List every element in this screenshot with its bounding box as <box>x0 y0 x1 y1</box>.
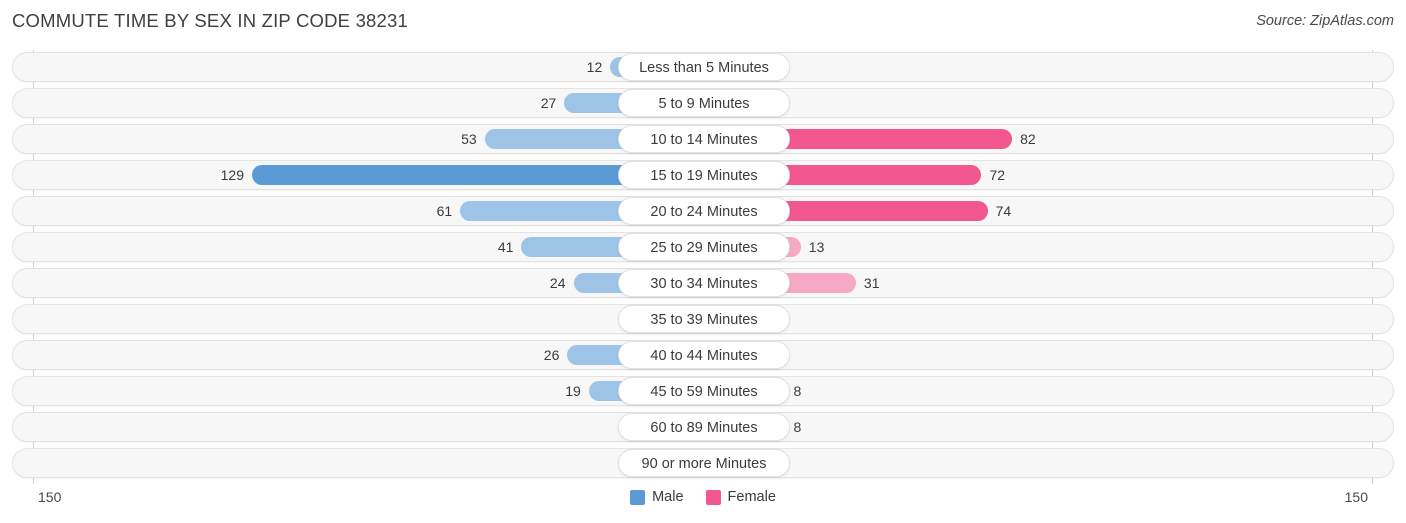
chart-row: 53 82 10 to 14 Minutes <box>12 124 1394 154</box>
legend-item[interactable]: Male <box>630 489 684 505</box>
chart-row: 0190 or more Minutes <box>12 448 1394 478</box>
category-label: 20 to 24 Minutes <box>618 197 790 225</box>
chart-row: 41 13 25 to 29 Minutes <box>12 232 1394 262</box>
value-label-female: 74 <box>995 203 1012 219</box>
value-label-male: 53 <box>461 131 477 147</box>
value-label-male: 27 <box>540 95 557 111</box>
value-label-male: 12 <box>586 59 603 75</box>
category-label: 10 to 14 Minutes <box>618 125 790 153</box>
category-label: 25 to 29 Minutes <box>618 233 790 261</box>
legend-label: Female <box>727 489 776 505</box>
chart-row: 24 31 30 to 34 Minutes <box>12 268 1394 298</box>
category-label: 40 to 44 Minutes <box>618 341 790 369</box>
category-label: Less than 5 Minutes <box>618 53 790 81</box>
category-label: 45 to 59 Minutes <box>618 377 790 405</box>
legend-item[interactable]: Female <box>705 489 776 505</box>
value-label-female: 31 <box>863 275 880 291</box>
value-label-female: 8 <box>793 383 802 399</box>
value-label-male: 129 <box>220 167 244 183</box>
page-title: COMMUTE TIME BY SEX IN ZIP CODE 38231 <box>12 10 409 31</box>
value-label-female: 82 <box>1020 131 1036 147</box>
category-label: 15 to 19 Minutes <box>618 161 790 189</box>
chart-legend: Male Female <box>0 489 1406 505</box>
chart-header: COMMUTE TIME BY SEX IN ZIP CODE 38231 So… <box>0 0 1406 44</box>
chart-row: 19 8 45 to 59 Minutes <box>12 376 1394 406</box>
legend-label: Male <box>652 489 684 505</box>
category-label: 35 to 39 Minutes <box>618 305 790 333</box>
value-label-female: 72 <box>989 167 1006 183</box>
plot-area: 124Less than 5 Minutes2705 to 9 Minutes5… <box>0 50 1406 484</box>
legend-swatch-icon <box>630 489 646 505</box>
chart-row: 61 74 20 to 24 Minutes <box>12 196 1394 226</box>
chart-footer: 150 150 Male Female <box>0 484 1406 523</box>
category-label: 30 to 34 Minutes <box>618 269 790 297</box>
value-label-male: 19 <box>565 383 581 399</box>
legend-swatch-icon <box>705 489 721 505</box>
value-label-male: 26 <box>543 347 560 363</box>
value-label-female: 8 <box>793 419 802 435</box>
category-label: 60 to 89 Minutes <box>618 413 790 441</box>
category-label: 5 to 9 Minutes <box>618 89 790 117</box>
value-label-male: 41 <box>497 239 514 255</box>
source-attribution: Source: ZipAtlas.com <box>1256 13 1394 29</box>
value-label-female: 13 <box>808 239 825 255</box>
chart-container: COMMUTE TIME BY SEX IN ZIP CODE 38231 So… <box>0 0 1406 523</box>
chart-row: 26140 to 44 Minutes <box>12 340 1394 370</box>
chart-row: 4235 to 39 Minutes <box>12 304 1394 334</box>
chart-row: 2705 to 9 Minutes <box>12 88 1394 118</box>
chart-row: 1860 to 89 Minutes <box>12 412 1394 442</box>
chart-row: 124Less than 5 Minutes <box>12 52 1394 82</box>
value-label-male: 61 <box>436 203 453 219</box>
chart-row: 129 72 15 to 19 Minutes <box>12 160 1394 190</box>
value-label-male: 24 <box>549 275 566 291</box>
category-label: 90 or more Minutes <box>618 449 790 477</box>
